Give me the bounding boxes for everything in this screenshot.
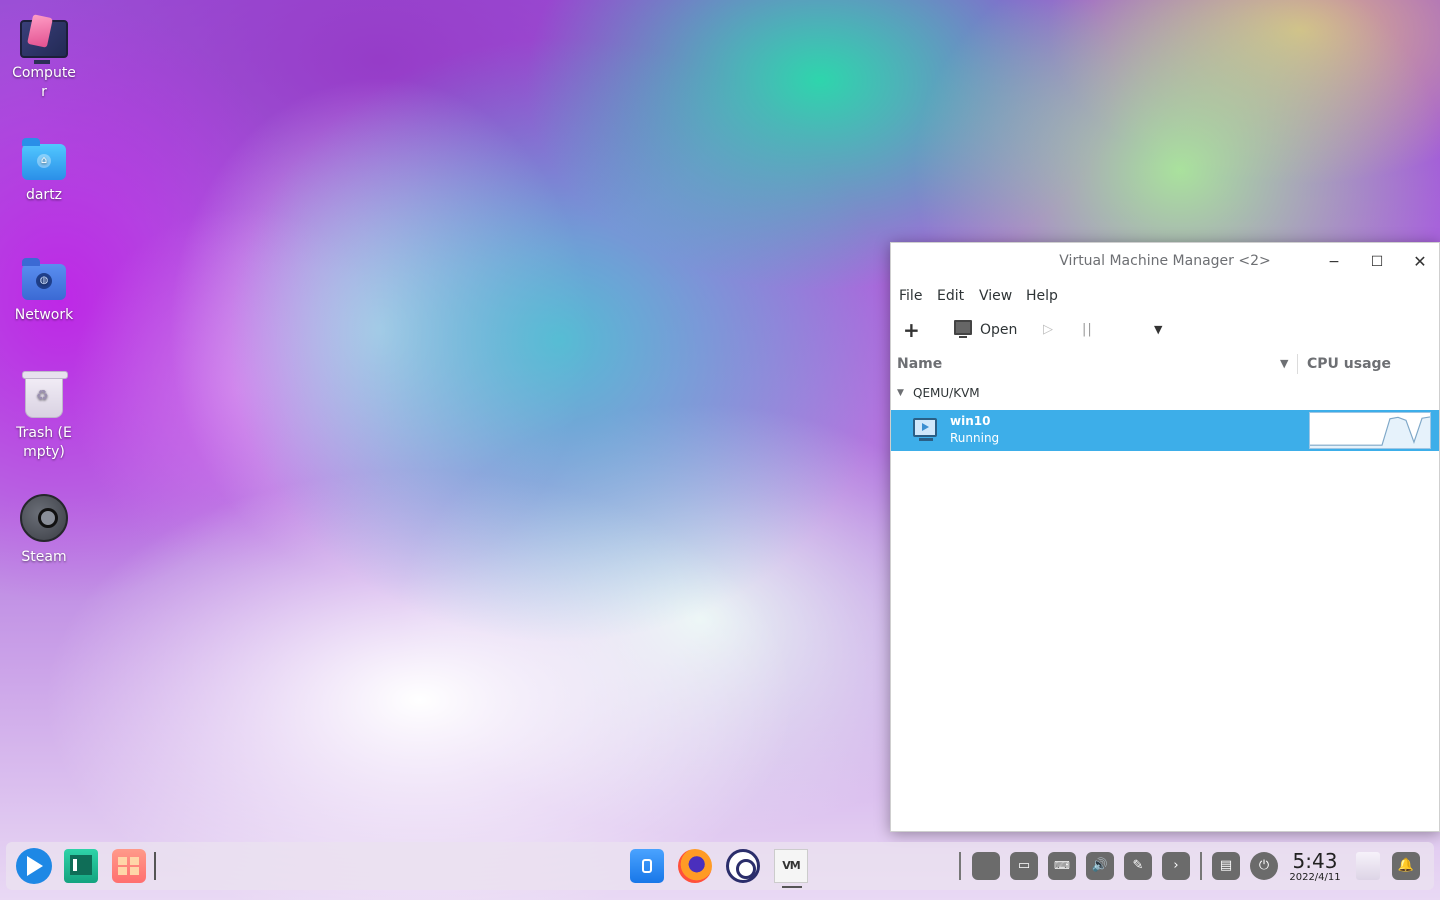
desktop-icon-label: Steam bbox=[21, 549, 67, 565]
new-vm-button[interactable]: + bbox=[903, 319, 920, 341]
cpu-usage-sparkline bbox=[1309, 412, 1431, 449]
screen-icon[interactable]: ▭ bbox=[1010, 852, 1038, 880]
minimize-icon[interactable]: − bbox=[1324, 252, 1344, 272]
menu-edit[interactable]: Edit bbox=[937, 288, 964, 304]
taskbar-separator bbox=[154, 852, 156, 880]
column-divider bbox=[1297, 354, 1298, 374]
close-icon[interactable]: ✕ bbox=[1410, 252, 1430, 272]
firefox-icon[interactable] bbox=[678, 849, 712, 883]
pause-icon: || bbox=[1082, 322, 1093, 337]
vm-name: win10 bbox=[950, 414, 991, 428]
chevron-down-icon: ▼ bbox=[1154, 323, 1163, 336]
desktop-icon-label: dartz bbox=[25, 187, 63, 203]
network-folder-icon: ◍ bbox=[22, 258, 66, 300]
vm-state: Running bbox=[950, 431, 1000, 445]
app-store-icon[interactable] bbox=[630, 849, 664, 883]
menu-view[interactable]: View bbox=[979, 288, 1012, 304]
plus-icon: + bbox=[903, 318, 920, 342]
taskbar-separator bbox=[1200, 852, 1202, 880]
column-header-cpu-usage[interactable]: CPU usage bbox=[1307, 356, 1391, 372]
column-header-name[interactable]: Name bbox=[897, 356, 942, 372]
vm-row[interactable]: win10 Running bbox=[891, 410, 1439, 451]
pause-button[interactable]: || bbox=[1082, 319, 1093, 341]
active-window-indicator bbox=[782, 886, 802, 888]
taskbar: VM ▭ ⌨ 🔊 ✎ › ▤ ⏻ 5:43 2022/4/11 🔔 bbox=[6, 842, 1434, 890]
menu-help[interactable]: Help bbox=[1026, 288, 1058, 304]
virt-manager-icon[interactable]: VM bbox=[774, 849, 808, 883]
app-center-icon[interactable] bbox=[112, 849, 146, 883]
expander-icon[interactable]: ▼ bbox=[897, 388, 904, 398]
terminal-icon[interactable] bbox=[64, 849, 98, 883]
maximize-icon[interactable]: ☐ bbox=[1367, 252, 1387, 272]
expand-tray-icon[interactable]: › bbox=[1162, 852, 1190, 880]
computer-icon bbox=[20, 20, 68, 64]
run-button[interactable]: ▷ bbox=[1043, 319, 1053, 341]
desktop-icon-label: Network bbox=[14, 307, 74, 323]
launcher-icon[interactable] bbox=[16, 848, 52, 884]
shutdown-menu-button[interactable]: ▼ bbox=[1154, 319, 1162, 341]
list-header: Name ▼ CPU usage bbox=[891, 349, 1439, 379]
vm-running-icon bbox=[913, 418, 937, 437]
window-title: Virtual Machine Manager <2> bbox=[1059, 253, 1271, 269]
monitor-icon bbox=[954, 320, 972, 338]
trash-icon: ♻ bbox=[22, 371, 68, 418]
volume-icon[interactable]: 🔊 bbox=[1086, 852, 1114, 880]
vm-icon-stand bbox=[919, 438, 933, 441]
desktop-icon-computer[interactable]: Computer bbox=[4, 14, 84, 102]
clock-date[interactable]: 2022/4/11 bbox=[1284, 872, 1346, 883]
notification-bell-icon[interactable]: 🔔 bbox=[1392, 852, 1420, 880]
steam-icon bbox=[20, 494, 68, 542]
keyboard-layout-icon[interactable]: ▤ bbox=[1212, 852, 1240, 880]
home-folder-icon: ⌂ bbox=[22, 138, 66, 180]
cpu-usage-area bbox=[1310, 416, 1430, 448]
desktop-icon-label: Computer bbox=[12, 65, 76, 100]
open-button[interactable]: Open bbox=[954, 319, 1017, 341]
desktop-icon-label: Trash (Empty) bbox=[16, 425, 72, 460]
desktop-icon-network[interactable]: ◍ Network bbox=[4, 254, 84, 325]
menu-file[interactable]: File bbox=[899, 288, 922, 304]
taskbar-separator bbox=[959, 852, 961, 880]
clock-time[interactable]: 5:43 bbox=[1288, 849, 1342, 873]
pen-icon[interactable]: ✎ bbox=[1124, 852, 1152, 880]
sort-dropdown-icon[interactable]: ▼ bbox=[1280, 357, 1288, 370]
play-icon: ▷ bbox=[1043, 322, 1053, 337]
trash-tray-icon[interactable] bbox=[1356, 852, 1380, 880]
tray-app-icon[interactable] bbox=[972, 852, 1000, 880]
desktop-icon-home[interactable]: ⌂ dartz bbox=[4, 134, 84, 205]
desktop-icon-steam[interactable]: Steam bbox=[4, 494, 84, 567]
power-icon[interactable]: ⏻ bbox=[1250, 852, 1278, 880]
virt-manager-window: Virtual Machine Manager <2> − ☐ ✕ File E… bbox=[890, 242, 1440, 832]
settings-icon[interactable] bbox=[726, 849, 760, 883]
connection-group-row[interactable]: ▼ QEMU/KVM bbox=[891, 384, 1439, 406]
keyboard-icon[interactable]: ⌨ bbox=[1048, 852, 1076, 880]
title-bar[interactable]: Virtual Machine Manager <2> − ☐ ✕ bbox=[891, 243, 1439, 281]
open-label: Open bbox=[980, 322, 1018, 338]
connection-label: QEMU/KVM bbox=[913, 386, 980, 400]
toolbar: + Open ▷ || ▼ bbox=[891, 315, 1439, 345]
desktop-icon-trash[interactable]: ♻ Trash (Empty) bbox=[4, 371, 84, 462]
